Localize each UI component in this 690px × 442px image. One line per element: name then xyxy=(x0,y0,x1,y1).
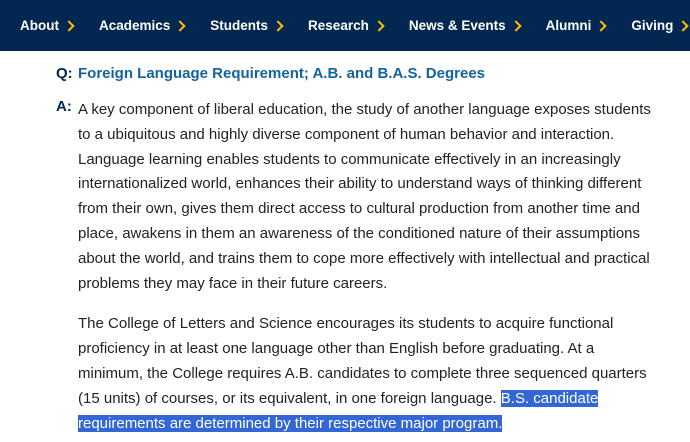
nav-item-alumni[interactable]: Alumni xyxy=(545,18,608,33)
nav-item-label: Research xyxy=(308,18,369,33)
nav-item-label: Academics xyxy=(98,18,171,33)
answer-paragraph-2: The College of Letters and Science encou… xyxy=(78,312,662,436)
answer-body: A key component of liberal education, th… xyxy=(78,98,662,436)
chevron-right-icon xyxy=(509,19,522,32)
nav-item-about[interactable]: About xyxy=(20,18,75,33)
nav-item-students[interactable]: Students xyxy=(210,18,284,33)
nav-item-label: About xyxy=(20,18,59,33)
chevron-right-icon xyxy=(677,19,690,32)
answer-paragraph-1: A key component of liberal education, th… xyxy=(78,101,651,292)
nav-item-label: Students xyxy=(210,18,269,33)
chevron-right-icon xyxy=(63,19,75,32)
nav-item-label: Giving xyxy=(631,18,674,33)
nav-item-academics[interactable]: Academics xyxy=(98,18,186,33)
nav-item-label: Alumni xyxy=(545,18,592,33)
chevron-right-icon xyxy=(272,19,284,32)
nav-item-research[interactable]: Research xyxy=(308,18,385,33)
chevron-right-icon xyxy=(373,19,385,32)
top-navigation: About Academics Students Research News &… xyxy=(0,0,690,51)
nav-item-news-events[interactable]: News & Events xyxy=(408,18,522,33)
chevron-right-icon xyxy=(174,19,186,32)
question-heading[interactable]: Foreign Language Requirement; A.B. and B… xyxy=(78,65,485,82)
nav-item-label: News & Events xyxy=(408,18,506,33)
answer-marker: A: xyxy=(56,98,72,115)
question-marker: Q: xyxy=(56,65,73,82)
chevron-right-icon xyxy=(595,19,608,32)
nav-item-giving[interactable]: Giving xyxy=(631,18,690,33)
